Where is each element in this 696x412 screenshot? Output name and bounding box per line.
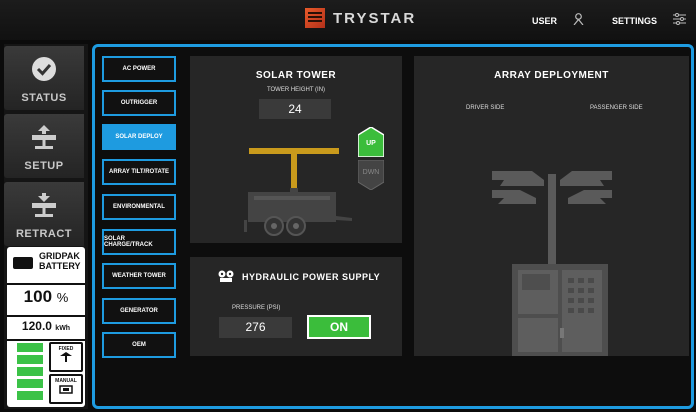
battery-percent-unit: % [56,290,69,305]
sidebar-item-retract[interactable]: RETRACT [4,182,84,246]
battery-energy-value: 120.0 [21,319,52,333]
tower-down-label: DWN [362,169,380,176]
array-deployment-panel: ARRAY DEPLOYMENT DRIVER SIDE PASSENGER S… [414,56,689,356]
battery-name-line2: BATTERY [39,261,81,271]
hydraulic-title: HYDRAULIC POWER SUPPLY [242,272,381,282]
menu-item-oem[interactable]: OEM [102,332,176,358]
menu-item-array-tilt-rotate[interactable]: ARRAY TILT/ROTATE [102,159,176,185]
tower-up-label: UP [366,140,376,147]
sidebar-item-label: RETRACT [15,228,73,240]
brand-logo: TRYSTAR [305,8,416,28]
battery-level-bar [17,379,43,388]
sidebar-item-status[interactable]: STATUS [4,46,84,110]
tower-height-label: TOWER HEIGHT (IN) [266,87,326,93]
top-bar: TRYSTAR USER SETTINGS [0,0,696,40]
user-icon[interactable] [573,13,584,28]
top-nav: USER SETTINGS [532,13,686,28]
hydraulic-on-button[interactable]: ON [307,315,371,339]
array-fixed-icon [60,352,72,362]
menu-item-weather-tower[interactable]: WEATHER TOWER [102,263,176,289]
menu-item-environmental[interactable]: ENVIRONMENTAL [102,194,176,220]
menu-item-outrigger[interactable]: OUTRIGGER [102,90,176,116]
manual-icon [59,385,73,394]
trystar-logo-icon [305,8,325,28]
battery-level-bar [17,355,43,364]
mode-manual-button[interactable]: MANUAL [49,374,83,404]
mode-fixed-button[interactable]: FIXED [49,342,83,372]
settings-link[interactable]: SETTINGS [612,16,657,26]
battery-energy: 120.0 kWh [7,319,85,341]
battery-level-bar [17,391,43,400]
menu-item-solar-deploy[interactable]: SOLAR DEPLOY [102,124,176,150]
battery-name-line1: GRIDPAK [39,251,80,261]
battery-energy-unit: kWh [55,325,71,332]
hydraulic-pump-icon [218,270,234,282]
battery-percent-value: 100 [23,287,53,306]
battery-level-bar [17,343,43,352]
battery-icon [13,257,33,269]
tower-down-button[interactable]: DWN [358,160,384,190]
sidebar-item-label: STATUS [21,92,67,104]
sliders-icon[interactable] [673,13,686,28]
solar-tower-down-icon [32,193,56,217]
battery-title: GRIDPAK BATTERY [7,247,85,285]
tower-up-button[interactable]: UP [358,127,384,157]
sidebar-item-setup[interactable]: SETUP [4,114,84,178]
user-link[interactable]: USER [532,16,557,26]
menu-item-generator[interactable]: GENERATOR [102,298,176,324]
pressure-label: PRESSURE (PSI) [232,305,281,311]
check-circle-icon [32,57,56,81]
driver-side-label: DRIVER SIDE [466,105,505,111]
battery-card: GRIDPAK BATTERY 100 % 120.0 kWh FIXED MA… [7,247,85,407]
battery-level-bars [17,343,43,403]
array-deployment-illustration [492,171,612,356]
solar-trailer-illustration [244,148,352,236]
battery-level-bar [17,367,43,376]
menu-item-ac-power[interactable]: AC POWER [102,56,176,82]
hydraulic-panel: HYDRAULIC POWER SUPPLY PRESSURE (PSI) [190,257,402,356]
tower-height-value: 24 [259,99,331,119]
pressure-value: 276 [219,317,292,338]
solar-tower-panel: SOLAR TOWER TOWER HEIGHT (IN) 24 UP DWN [190,56,402,243]
battery-percent: 100 % [7,287,85,317]
array-deployment-title: ARRAY DEPLOYMENT [494,70,609,81]
solar-tower-title: SOLAR TOWER [255,70,337,81]
menu-item-solar-charge-track[interactable]: SOLAR CHARGE/TRACK [102,229,176,255]
solar-tower-up-icon [32,125,56,149]
brand-name: TRYSTAR [333,9,417,27]
passenger-side-label: PASSENGER SIDE [590,105,643,111]
sidebar-item-label: SETUP [24,160,64,172]
